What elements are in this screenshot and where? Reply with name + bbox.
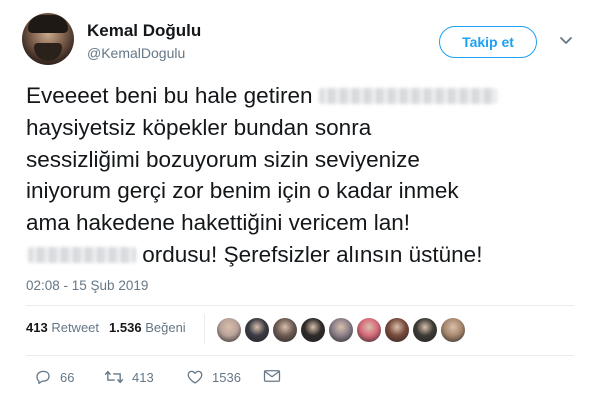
avatar-beard [34, 43, 62, 61]
tweet-line-3: sessizliğimi bozuyorum sizin seviyenize [26, 146, 420, 172]
heart-icon [187, 370, 203, 384]
redacted-text [28, 246, 136, 263]
liker-avatar[interactable] [301, 318, 325, 342]
retweet-stat-count: 413 [26, 320, 48, 335]
author-handle[interactable]: @KemalDogulu [87, 45, 185, 61]
envelope-icon [263, 370, 281, 382]
liker-avatar[interactable] [245, 318, 269, 342]
divider-top [26, 305, 574, 306]
like-stat[interactable]: 1.536 Beğeni [109, 320, 186, 335]
tweet-line-1-text: Eveeeet beni bu hale getiren [26, 83, 313, 108]
liker-avatar[interactable] [413, 318, 437, 342]
tweet-line-2: haysiyetsiz köpekler bundan sonra [26, 114, 372, 140]
redacted-text [318, 88, 497, 104]
liker-avatar[interactable] [441, 318, 465, 342]
tweet-text: Eveeeet beni bu hale getiren haysiyetsiz… [26, 80, 586, 271]
liker-avatar[interactable] [357, 318, 381, 342]
divider-bottom [26, 355, 574, 356]
tweet-line-6-text: ordusu! Şerefsizler alınsın üstüne! [142, 241, 483, 267]
author-name[interactable]: Kemal Doğulu [87, 21, 201, 41]
liker-avatar[interactable] [329, 318, 353, 342]
reply-button[interactable]: 66 [34, 368, 74, 386]
like-button[interactable]: 1536 [186, 368, 241, 386]
follow-button[interactable]: Takip et [439, 26, 537, 58]
retweet-count: 413 [132, 369, 154, 385]
tweet-line-1: Eveeeet beni bu hale getiren [26, 80, 586, 112]
tweet-line-6: ordusu! Şerefsizler alınsın üstüne! [26, 239, 586, 271]
retweet-button[interactable]: 413 [104, 368, 154, 386]
avatar-hair [28, 15, 68, 33]
tweet-line-5: ama hakedene hakettiğini vericem lan! [26, 210, 410, 236]
retweet-stat-label: Retweet [51, 320, 100, 335]
like-stat-label: Beğeni [145, 320, 186, 335]
tweet-timestamp[interactable]: 02:08 - 15 Şub 2019 [26, 278, 148, 293]
like-count: 1536 [212, 369, 241, 385]
tweet-line-4: iniyorum gerçi zor benim için o kadar in… [26, 178, 459, 204]
reply-count: 66 [60, 369, 75, 385]
engagement-stats: 413 Retweet 1.536 Beğeni [26, 320, 186, 335]
stats-separator [204, 314, 205, 344]
liker-avatar[interactable] [273, 318, 297, 342]
likers-avatars [217, 318, 465, 342]
direct-message-button[interactable] [263, 368, 281, 384]
retweet-stat[interactable]: 413 Retweet [26, 320, 99, 335]
retweet-icon [104, 370, 124, 384]
liker-avatar[interactable] [217, 318, 241, 342]
reply-icon [36, 370, 50, 385]
liker-avatar[interactable] [385, 318, 409, 342]
chevron-down-icon[interactable] [559, 36, 573, 46]
author-avatar[interactable] [22, 13, 74, 65]
like-stat-count: 1.536 [109, 320, 142, 335]
